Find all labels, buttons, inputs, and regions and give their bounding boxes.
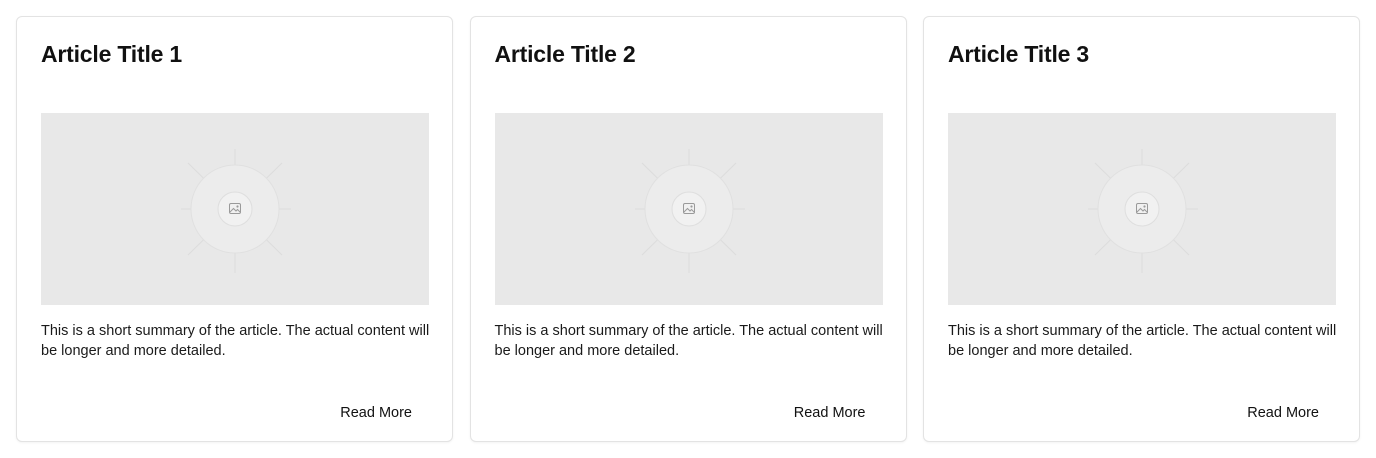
article-summary: This is a short summary of the article. … (494, 323, 883, 359)
article-image-placeholder (494, 113, 883, 305)
image-placeholder-icon (494, 113, 883, 305)
article-summary: This is a short summary of the article. … (948, 323, 1337, 359)
article-card: Article Title 3 This is a short summary … (923, 16, 1360, 442)
article-image-placeholder (41, 113, 429, 305)
article-title: Article Title 1 (41, 41, 183, 67)
article-card: Article Title 2 This is a short summary … (469, 16, 907, 442)
article-title: Article Title 3 (948, 41, 1090, 67)
image-placeholder-icon (41, 113, 429, 305)
article-image-placeholder (948, 113, 1336, 305)
read-more-button[interactable]: Read More (778, 401, 882, 425)
read-more-button[interactable]: Read More (1231, 401, 1335, 425)
read-more-button[interactable]: Read More (324, 401, 428, 425)
image-placeholder-icon (948, 113, 1336, 305)
article-summary: This is a short summary of the article. … (41, 323, 430, 359)
article-card: Article Title 1 This is a short summary … (16, 16, 453, 442)
article-card-grid: Article Title 1 This is a short summary … (16, 16, 1360, 442)
article-title: Article Title 2 (494, 41, 636, 67)
